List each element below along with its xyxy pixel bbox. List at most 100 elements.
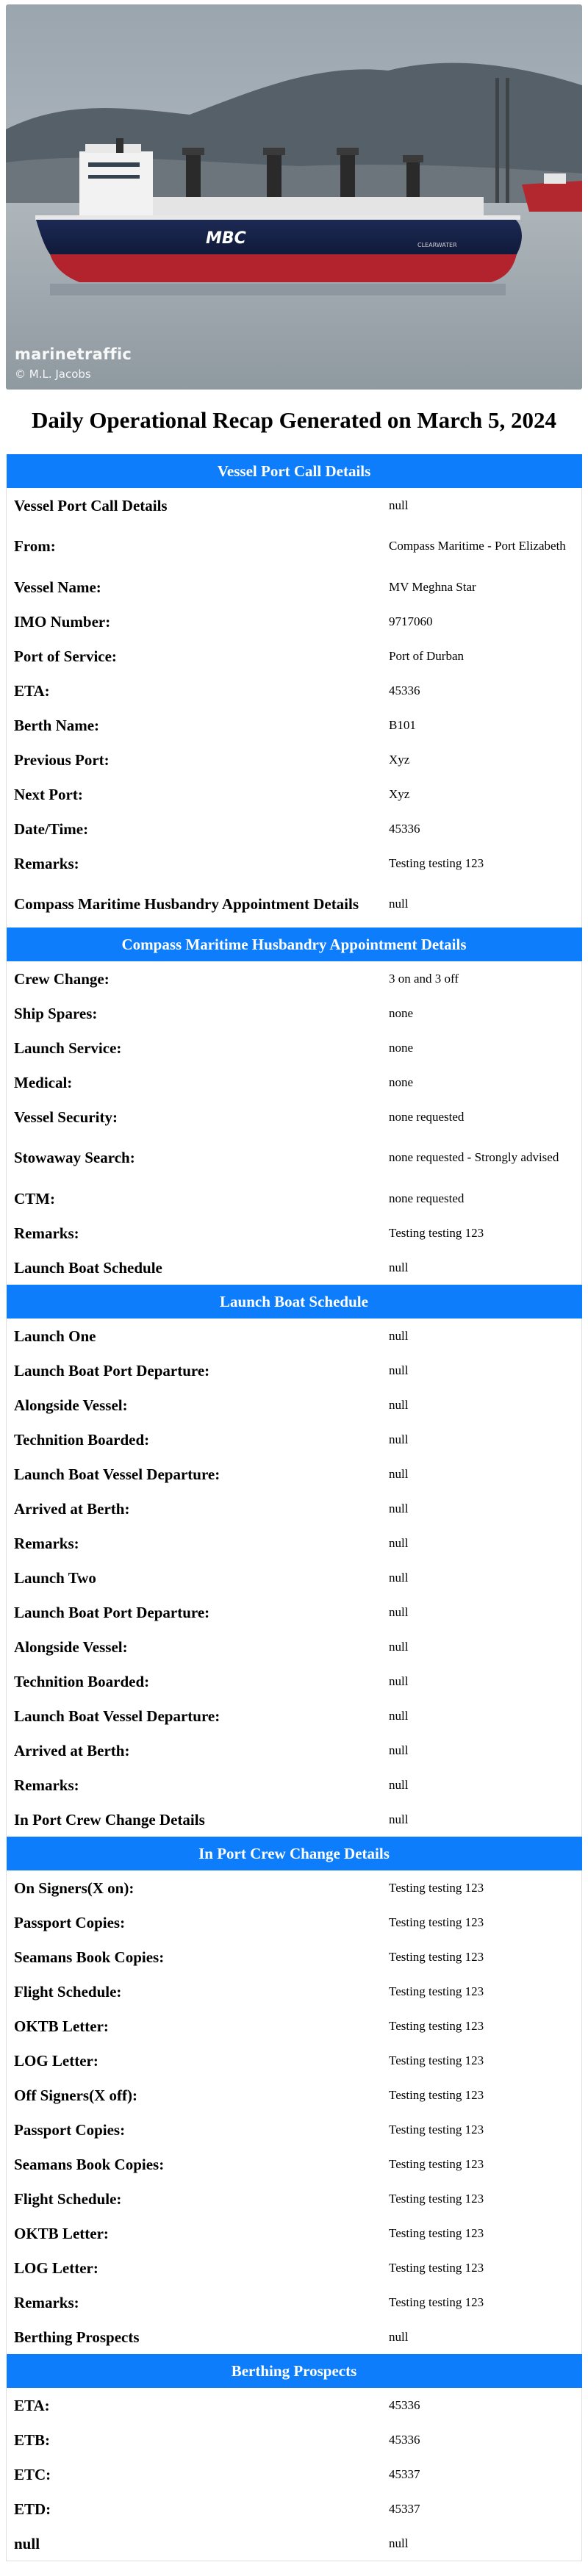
- row-value: Testing testing 123: [389, 2112, 582, 2147]
- row-label: OKTB Letter:: [6, 2216, 389, 2250]
- table-row: ETD: 45337: [6, 2491, 582, 2526]
- table-row: Launch Boat Vessel Departure: null: [6, 1457, 582, 1491]
- row-value: null: [389, 1629, 582, 1664]
- table-row: Passport Copies: Testing testing 123: [6, 2112, 582, 2147]
- table-row: ETA: 45336: [6, 2388, 582, 2422]
- row-label: In Port Crew Change Details: [6, 1802, 389, 1837]
- table-row: Technition Boarded: null: [6, 1422, 582, 1457]
- row-value: Testing testing 123: [389, 1974, 582, 2009]
- table-row: IMO Number: 9717060: [6, 604, 582, 639]
- hull-logo: MBC: [206, 229, 246, 248]
- row-label: Technition Boarded:: [6, 1422, 389, 1457]
- row-value: Testing testing 123: [389, 1216, 582, 1250]
- section-header-husbandry: Compass Maritime Husbandry Appointment D…: [6, 928, 582, 961]
- row-label: On Signers(X on):: [6, 1870, 389, 1905]
- row-value: 45336: [389, 2422, 582, 2457]
- row-value: 45336: [389, 811, 582, 846]
- row-label: Flight Schedule:: [6, 1974, 389, 2009]
- row-label: Remarks:: [6, 846, 389, 880]
- row-label: Medical:: [6, 1065, 389, 1099]
- row-label: Compass Maritime Husbandry Appointment D…: [6, 880, 389, 928]
- row-value: null: [389, 1422, 582, 1457]
- row-value: Port of Durban: [389, 639, 582, 673]
- row-label: Stowaway Search:: [6, 1134, 389, 1181]
- table-row: Seamans Book Copies: Testing testing 123: [6, 1940, 582, 1974]
- row-value: null: [389, 1733, 582, 1768]
- row-value: null: [389, 1698, 582, 1733]
- row-value: null: [389, 1250, 582, 1285]
- row-label: Ship Spares:: [6, 996, 389, 1030]
- row-value: Testing testing 123: [389, 2285, 582, 2320]
- row-value: Testing testing 123: [389, 2147, 582, 2181]
- row-label: ETD:: [6, 2491, 389, 2526]
- row-value: none: [389, 1030, 582, 1065]
- row-value: Testing testing 123: [389, 2181, 582, 2216]
- row-label: Vessel Port Call Details: [6, 488, 389, 523]
- row-label: OKTB Letter:: [6, 2009, 389, 2043]
- row-label: ETA:: [6, 673, 389, 708]
- row-value: 45336: [389, 673, 582, 708]
- row-value: Testing testing 123: [389, 2078, 582, 2112]
- table-row: Berth Name: B101: [6, 708, 582, 742]
- table-row: LOG Letter: Testing testing 123: [6, 2250, 582, 2285]
- row-value: 45337: [389, 2457, 582, 2491]
- table-row: LOG Letter: Testing testing 123: [6, 2043, 582, 2078]
- table-row: Vessel Security: none requested: [6, 1099, 582, 1134]
- table-row: Port of Service: Port of Durban: [6, 639, 582, 673]
- row-value: null: [389, 2526, 582, 2561]
- row-label: Port of Service:: [6, 639, 389, 673]
- row-label: Alongside Vessel:: [6, 1388, 389, 1422]
- row-value: null: [389, 1353, 582, 1388]
- table-row: Passport Copies: Testing testing 123: [6, 1905, 582, 1940]
- row-label: ETC:: [6, 2457, 389, 2491]
- row-label: Launch Boat Vessel Departure:: [6, 1698, 389, 1733]
- row-value: none requested: [389, 1099, 582, 1134]
- row-value: null: [389, 1768, 582, 1802]
- row-value: 45337: [389, 2491, 582, 2526]
- row-label: Previous Port:: [6, 742, 389, 777]
- table-row: Remarks: null: [6, 1768, 582, 1802]
- row-label: Launch Boat Schedule: [6, 1250, 389, 1285]
- vessel-photo: MBC CLEARWATER marinetraffic © M.L. Jaco…: [6, 4, 582, 390]
- row-value: null: [389, 1457, 582, 1491]
- row-label: Seamans Book Copies:: [6, 2147, 389, 2181]
- row-label: Technition Boarded:: [6, 1664, 389, 1698]
- row-value: Xyz: [389, 777, 582, 811]
- row-label: Flight Schedule:: [6, 2181, 389, 2216]
- row-label: Alongside Vessel:: [6, 1629, 389, 1664]
- row-value: Compass Maritime - Port Elizabeth: [389, 523, 582, 570]
- row-value: null: [389, 1664, 582, 1698]
- table-row: From: Compass Maritime - Port Elizabeth: [6, 523, 582, 570]
- row-value: Testing testing 123: [389, 2216, 582, 2250]
- table-row: ETC: 45337: [6, 2457, 582, 2491]
- row-label: ETB:: [6, 2422, 389, 2457]
- table-row: Seamans Book Copies: Testing testing 123: [6, 2147, 582, 2181]
- row-label: Launch Boat Port Departure:: [6, 1353, 389, 1388]
- table-row: Remarks: Testing testing 123: [6, 2285, 582, 2320]
- table-row: Off Signers(X off): Testing testing 123: [6, 2078, 582, 2112]
- table-row: Remarks: Testing testing 123: [6, 846, 582, 880]
- table-row: ETA: 45336: [6, 673, 582, 708]
- table-row: On Signers(X on): Testing testing 123: [6, 1870, 582, 1905]
- table-row: OKTB Letter: Testing testing 123: [6, 2216, 582, 2250]
- row-value: null: [389, 1491, 582, 1526]
- row-label: Off Signers(X off):: [6, 2078, 389, 2112]
- recap-table: Vessel Port Call Details Vessel Port Cal…: [6, 454, 582, 2561]
- row-value: null: [389, 1802, 582, 1837]
- table-row: Launch Service: none: [6, 1030, 582, 1065]
- row-label: Remarks:: [6, 1526, 389, 1560]
- row-label: Passport Copies:: [6, 1905, 389, 1940]
- table-row: Launch One null: [6, 1319, 582, 1353]
- row-value: Testing testing 123: [389, 1870, 582, 1905]
- table-row: ETB: 45336: [6, 2422, 582, 2457]
- row-label: Launch Two: [6, 1560, 389, 1595]
- row-label: Launch Boat Vessel Departure:: [6, 1457, 389, 1491]
- row-value: Testing testing 123: [389, 846, 582, 880]
- table-row: Berthing Prospects null: [6, 2320, 582, 2354]
- section-header-vessel-port-call: Vessel Port Call Details: [6, 454, 582, 488]
- table-row: Launch Boat Port Departure: null: [6, 1595, 582, 1629]
- row-value: null: [389, 1319, 582, 1353]
- table-row: Arrived at Berth: null: [6, 1491, 582, 1526]
- row-label: LOG Letter:: [6, 2250, 389, 2285]
- table-row: Launch Boat Vessel Departure: null: [6, 1698, 582, 1733]
